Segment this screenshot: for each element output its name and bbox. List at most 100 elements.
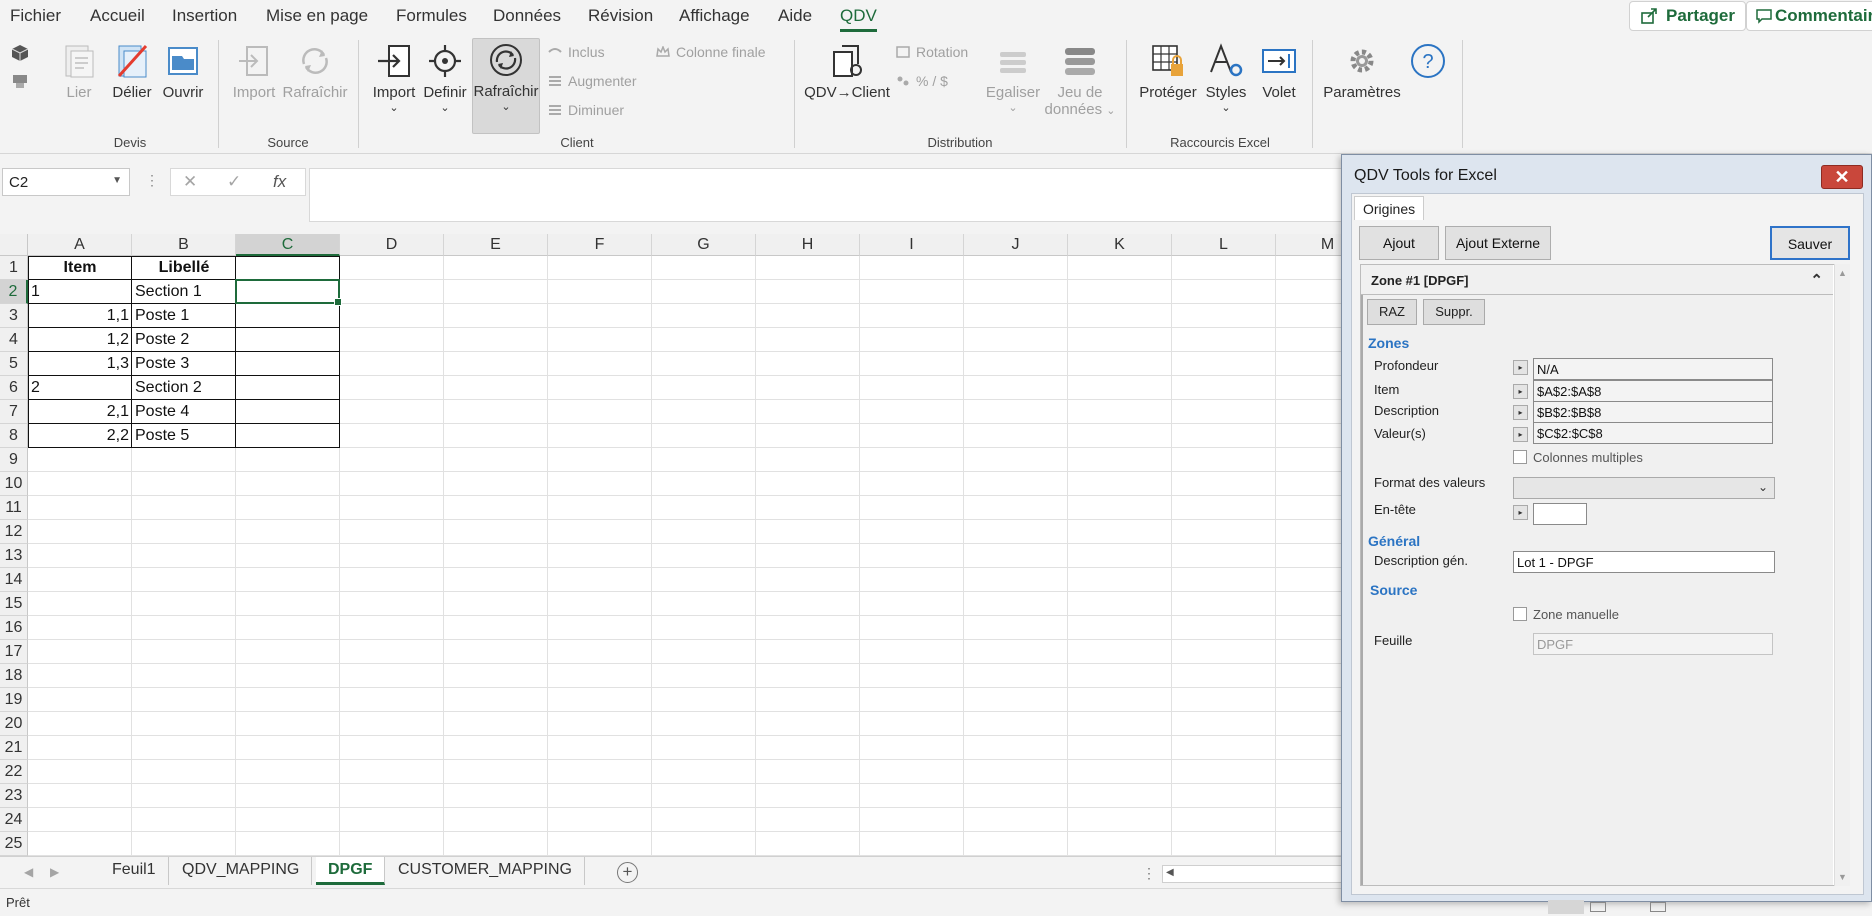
tab-fichier[interactable]: Fichier: [10, 6, 61, 26]
cell-a2[interactable]: 1: [28, 280, 132, 304]
row-header-8[interactable]: 8: [0, 424, 28, 448]
column-header-c[interactable]: C: [236, 234, 340, 256]
pointer-icon[interactable]: ▸: [1513, 427, 1528, 442]
row-header-9[interactable]: 9: [0, 448, 28, 472]
help-button[interactable]: ?: [1406, 40, 1450, 84]
raz-button[interactable]: RAZ: [1367, 299, 1417, 325]
column-header-a[interactable]: A: [28, 234, 132, 256]
pointer-icon[interactable]: ▸: [1513, 405, 1528, 420]
active-cell[interactable]: [235, 279, 342, 306]
row-header-3[interactable]: 3: [0, 304, 28, 328]
scroll-down-icon[interactable]: ▼: [1838, 872, 1847, 882]
tab-aide[interactable]: Aide: [778, 6, 812, 26]
add-sheet-button[interactable]: +: [617, 862, 638, 883]
column-header-b[interactable]: B: [132, 234, 236, 256]
sauver-button[interactable]: Sauver: [1770, 226, 1850, 260]
rafraichir-source-button[interactable]: Rafraîchir: [282, 40, 348, 101]
page-layout-icon[interactable]: [1590, 902, 1606, 912]
row-header-17[interactable]: 17: [0, 640, 28, 664]
valeurs-field[interactable]: $C$2:$C$8: [1533, 422, 1773, 444]
feuille-field[interactable]: DPGF: [1533, 633, 1773, 655]
column-header-k[interactable]: K: [1068, 234, 1172, 256]
normal-view-icon[interactable]: [1548, 900, 1584, 914]
row-header-11[interactable]: 11: [0, 496, 28, 520]
select-all-corner[interactable]: [0, 234, 28, 256]
page-break-icon[interactable]: [1650, 902, 1666, 912]
row-header-22[interactable]: 22: [0, 760, 28, 784]
column-header-h[interactable]: H: [756, 234, 860, 256]
row-header-4[interactable]: 4: [0, 328, 28, 352]
row-header-19[interactable]: 19: [0, 688, 28, 712]
format-select[interactable]: ⌄: [1513, 477, 1775, 499]
row-header-1[interactable]: 1: [0, 256, 28, 280]
sheet-tab-qdv-mapping[interactable]: QDV_MAPPING: [170, 857, 313, 885]
cell-a6[interactable]: 2: [28, 376, 132, 400]
zone-header[interactable]: Zone #1 [DPGF] ⌃: [1361, 265, 1833, 295]
cell-b3[interactable]: Poste 1: [132, 304, 236, 328]
volet-button[interactable]: Volet: [1254, 40, 1304, 101]
sheet-tab-feuil1[interactable]: Feuil1: [100, 857, 169, 885]
tab-qdv[interactable]: QDV: [840, 6, 877, 32]
cell-a8[interactable]: 2,2: [28, 424, 132, 448]
pointer-icon[interactable]: ▸: [1513, 505, 1528, 520]
confirm-icon[interactable]: ✓: [227, 172, 241, 192]
row-header-24[interactable]: 24: [0, 808, 28, 832]
row-header-25[interactable]: 25: [0, 832, 28, 856]
row-header-12[interactable]: 12: [0, 520, 28, 544]
egaliser-button[interactable]: Egaliser ⌄: [982, 40, 1044, 114]
tab-donnees[interactable]: Données: [493, 6, 561, 26]
cube-icon[interactable]: [10, 44, 30, 62]
tab-origines[interactable]: Origines: [1354, 196, 1425, 220]
row-header-21[interactable]: 21: [0, 736, 28, 760]
column-header-e[interactable]: E: [444, 234, 548, 256]
row-header-23[interactable]: 23: [0, 784, 28, 808]
column-header-j[interactable]: J: [964, 234, 1068, 256]
prev-sheet-icon[interactable]: ◀: [24, 865, 33, 879]
entete-field[interactable]: [1533, 503, 1587, 525]
row-header-16[interactable]: 16: [0, 616, 28, 640]
augmenter-button[interactable]: Augmenter: [548, 73, 636, 89]
ajout-externe-button[interactable]: Ajout Externe: [1445, 226, 1551, 260]
definir-button[interactable]: Definir ⌄: [420, 40, 470, 114]
description-gen-field[interactable]: Lot 1 - DPGF: [1513, 551, 1775, 573]
rafraichir-client-button[interactable]: Rafraîchir ⌄: [472, 38, 540, 134]
sheet-tab-customer-mapping[interactable]: CUSTOMER_MAPPING: [386, 857, 585, 885]
row-header-7[interactable]: 7: [0, 400, 28, 424]
insert-function-button[interactable]: fx: [273, 172, 286, 192]
ajout-button[interactable]: Ajout: [1359, 226, 1439, 260]
item-field[interactable]: $A$2:$A$8: [1533, 380, 1773, 402]
styles-button[interactable]: Styles ⌄: [1202, 40, 1250, 114]
delier-button[interactable]: Délier: [108, 40, 156, 101]
row-header-13[interactable]: 13: [0, 544, 28, 568]
column-header-l[interactable]: L: [1172, 234, 1276, 256]
close-button[interactable]: ✕: [1821, 165, 1863, 189]
tab-accueil[interactable]: Accueil: [90, 6, 145, 26]
import-client-button[interactable]: Import ⌄: [368, 40, 420, 114]
import-source-button[interactable]: Import: [228, 40, 280, 101]
ouvrir-button[interactable]: Ouvrir: [160, 40, 206, 101]
tab-revision[interactable]: Révision: [588, 6, 653, 26]
column-header-i[interactable]: I: [860, 234, 964, 256]
share-button[interactable]: Partager: [1629, 1, 1746, 31]
scroll-up-icon[interactable]: ▲: [1838, 268, 1847, 278]
cell-a4[interactable]: 1,2: [28, 328, 132, 352]
row-header-6[interactable]: 6: [0, 376, 28, 400]
cell-b2[interactable]: Section 1: [132, 280, 236, 304]
cell-b8[interactable]: Poste 5: [132, 424, 236, 448]
horizontal-scrollbar[interactable]: ◀: [1162, 865, 1350, 883]
column-header-d[interactable]: D: [340, 234, 444, 256]
colonne-finale-button[interactable]: Colonne finale: [656, 44, 766, 60]
sheet-tab-dpgf[interactable]: DPGF: [316, 857, 386, 885]
spreadsheet-grid[interactable]: ABCDEFGHIJKLM 1 2 3 4 5 6 7 8 9 10 11 12 13 14 15 16 17 1…: [0, 234, 1350, 856]
cancel-icon[interactable]: ✕: [183, 172, 197, 192]
colonnes-multiples-checkbox[interactable]: [1513, 450, 1527, 464]
row-header-5[interactable]: 5: [0, 352, 28, 376]
pointer-icon[interactable]: ▸: [1513, 360, 1528, 375]
column-header-g[interactable]: G: [652, 234, 756, 256]
row-header-10[interactable]: 10: [0, 472, 28, 496]
cell-a7[interactable]: 2,1: [28, 400, 132, 424]
cell-b4[interactable]: Poste 2: [132, 328, 236, 352]
cell-a1[interactable]: Item: [28, 256, 132, 280]
row-header-20[interactable]: 20: [0, 712, 28, 736]
chevron-up-icon[interactable]: ⌃: [1810, 271, 1823, 289]
